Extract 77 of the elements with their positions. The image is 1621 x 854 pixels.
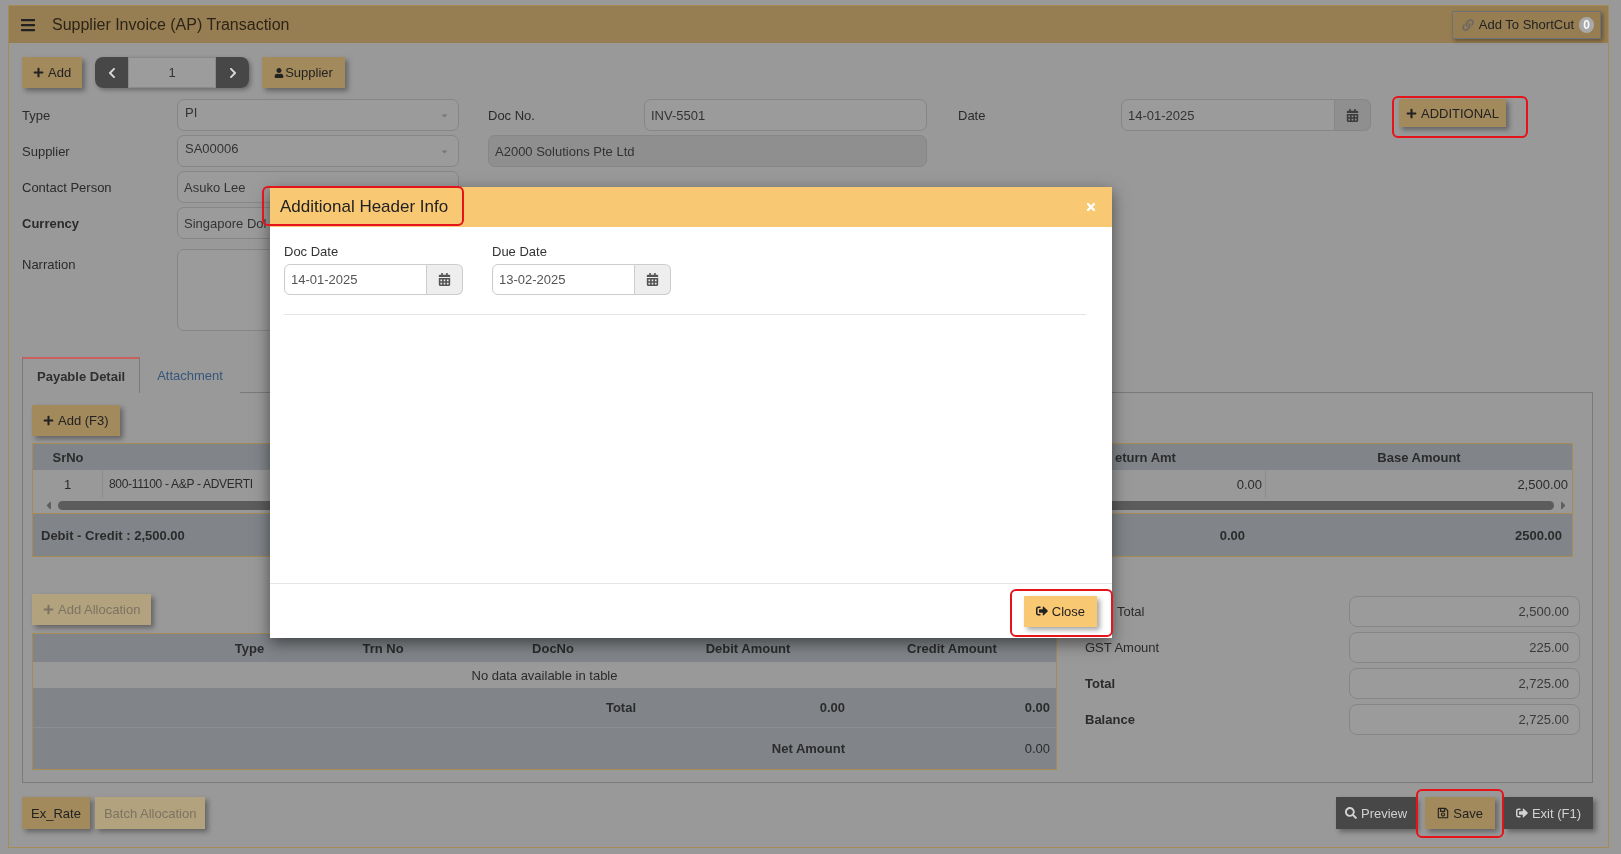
save-button[interactable]: Save <box>1425 797 1495 829</box>
table-cell-text: 0.00 <box>1023 740 1051 758</box>
field-label: Contact Person <box>22 179 112 195</box>
calendar-icon <box>438 273 451 286</box>
summary-field[interactable]: 2,725.00 <box>1349 668 1580 699</box>
table-cell-text: 2,500.00 <box>1516 475 1569 494</box>
add-line-button[interactable]: Add (F3) <box>32 405 120 436</box>
summary-label: Balance <box>1085 712 1135 727</box>
user-icon <box>274 67 285 78</box>
footer-cell-text: 0.00 <box>1218 526 1246 545</box>
page-title: Supplier Invoice (AP) Transaction <box>52 15 290 34</box>
summary-field[interactable]: 2,500.00 <box>1349 596 1580 627</box>
close-button[interactable]: Close <box>1023 595 1097 627</box>
plus-icon <box>1406 107 1417 119</box>
type-select[interactable]: PI <box>177 99 459 131</box>
calendar-icon <box>1346 108 1359 122</box>
column-header: eturn Amt <box>1114 448 1177 467</box>
footer-cell-text: 2500.00 <box>1514 526 1563 545</box>
column-header: SrNo <box>51 448 85 467</box>
add-to-shortcut-button[interactable]: Add To ShortCut 0 <box>1451 10 1601 39</box>
supplier-select[interactable]: SA00006 <box>177 135 459 167</box>
field-label: Date <box>958 107 986 123</box>
field-label: Doc Date <box>284 244 339 259</box>
plus-icon <box>43 604 54 615</box>
tab[interactable]: Payable Detail <box>22 357 141 393</box>
search-icon <box>1345 807 1357 819</box>
date-field[interactable]: 14-01-2025 <box>284 264 427 295</box>
record-number-field[interactable]: 1 <box>128 57 217 88</box>
summary-label: Total <box>1085 676 1116 691</box>
field-label: Currency <box>22 215 80 231</box>
supplier-button[interactable]: Supplier <box>262 57 345 88</box>
calendar-button[interactable] <box>1335 99 1371 131</box>
field-label: Supplier <box>22 143 70 159</box>
footer-cell-text: Debit - Credit : 2,500.00 <box>40 526 186 545</box>
calendar-icon <box>646 273 659 286</box>
empty-table-message: No data available in table <box>471 667 618 683</box>
table-cell-text: Net Amount <box>770 740 846 758</box>
field-label: Narration <box>22 257 76 272</box>
summary-field[interactable]: 225.00 <box>1349 632 1580 663</box>
supplier-name-field[interactable]: A2000 Solutions Pte Ltd <box>488 135 927 167</box>
field-label: Doc No. <box>488 107 535 123</box>
table-cell-text: 0.00 <box>818 699 846 717</box>
count-badge: 0 <box>1579 16 1594 33</box>
calendar-button[interactable] <box>427 264 463 295</box>
table-cell: 1 <box>33 470 103 498</box>
table-cell: 0.00 <box>1113 470 1266 498</box>
field-label: Due Date <box>492 244 547 259</box>
plus-icon <box>33 67 44 78</box>
summary-label: GST Amount <box>1085 640 1160 655</box>
ex-rate-button[interactable]: Ex_Rate <box>22 797 90 829</box>
exit-icon <box>1035 605 1048 617</box>
menu-icon[interactable] <box>20 16 36 33</box>
column-header: Base Amount <box>1376 448 1462 467</box>
preview-button[interactable]: Preview <box>1336 797 1417 829</box>
column-header: DocNo <box>531 639 575 658</box>
previous-button[interactable] <box>95 57 129 88</box>
date-field[interactable]: 14-01-2025 <box>1121 99 1335 131</box>
exit-button[interactable]: Exit (F1) <box>1503 797 1593 829</box>
plus-icon <box>43 415 54 426</box>
column-header: Trn No <box>361 639 405 658</box>
calendar-button[interactable] <box>635 264 671 295</box>
add-button[interactable]: Add <box>22 57 83 88</box>
summary-field[interactable]: 2,725.00 <box>1349 704 1580 735</box>
table-cell-text: Total <box>604 699 637 717</box>
table-cell-text: 0.00 <box>1023 699 1051 717</box>
column-header: Credit Amount <box>906 639 998 658</box>
column-header: Debit Amount <box>704 639 792 658</box>
additional-button[interactable]: ADDITIONAL <box>1399 99 1506 127</box>
doc-no-field[interactable]: INV-5501 <box>644 99 927 131</box>
table-cell: 800-11100 - A&P - ADVERTI <box>109 477 253 491</box>
field-label: Type <box>22 107 51 123</box>
next-button[interactable] <box>216 57 250 88</box>
date-field[interactable]: 13-02-2025 <box>492 264 635 295</box>
summary-label: Total <box>1117 604 1145 619</box>
column-header: Type <box>233 639 266 658</box>
link-icon <box>1461 18 1474 31</box>
exit-icon <box>1515 807 1528 819</box>
